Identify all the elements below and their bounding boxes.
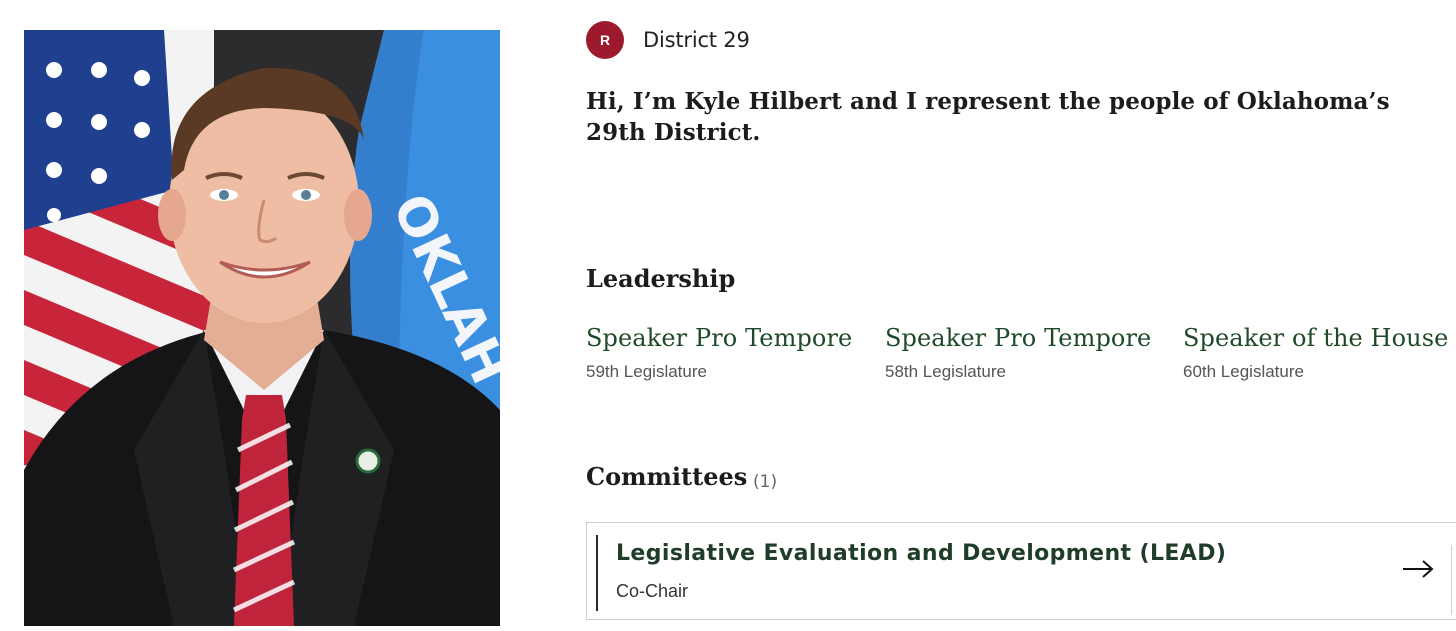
- party-badge: R: [586, 21, 624, 59]
- district-label: District 29: [643, 28, 750, 52]
- leadership-role-legislature: 60th Legislature: [1183, 362, 1304, 381]
- arrow-right-icon[interactable]: [1401, 556, 1435, 582]
- legislator-portrait: OKLAH: [24, 30, 500, 626]
- leadership-role-title: Speaker Pro Tempore: [586, 324, 853, 352]
- legislator-profile: OKLAH R District 29 Hi, I’m Kyle Hilbert…: [0, 0, 1456, 631]
- committees-heading: Committees: [586, 462, 748, 491]
- committee-role: Co-Chair: [616, 581, 689, 601]
- leadership-role-title: Speaker of the House: [1183, 324, 1449, 352]
- leadership-role: Speaker Pro Tempore 59th Legislature: [586, 324, 852, 382]
- committee-accent-bar: [596, 535, 598, 611]
- card-divider: [1451, 545, 1452, 615]
- leadership-role-legislature: 59th Legislature: [586, 362, 707, 381]
- committees-count: (1): [753, 472, 778, 492]
- leadership-role: Speaker Pro Tempore 58th Legislature: [885, 324, 1151, 382]
- leadership-heading: Leadership: [586, 264, 736, 293]
- leadership-role-legislature: 58th Legislature: [885, 362, 1006, 381]
- committee-card[interactable]: Legislative Evaluation and Development (…: [586, 522, 1456, 620]
- leadership-role-title: Speaker Pro Tempore: [885, 324, 1152, 352]
- intro-text: Hi, I’m Kyle Hilbert and I represent the…: [586, 88, 1390, 146]
- committee-name: Legislative Evaluation and Development (…: [616, 541, 1227, 566]
- leadership-role: Speaker of the House 60th Legislature: [1183, 324, 1448, 382]
